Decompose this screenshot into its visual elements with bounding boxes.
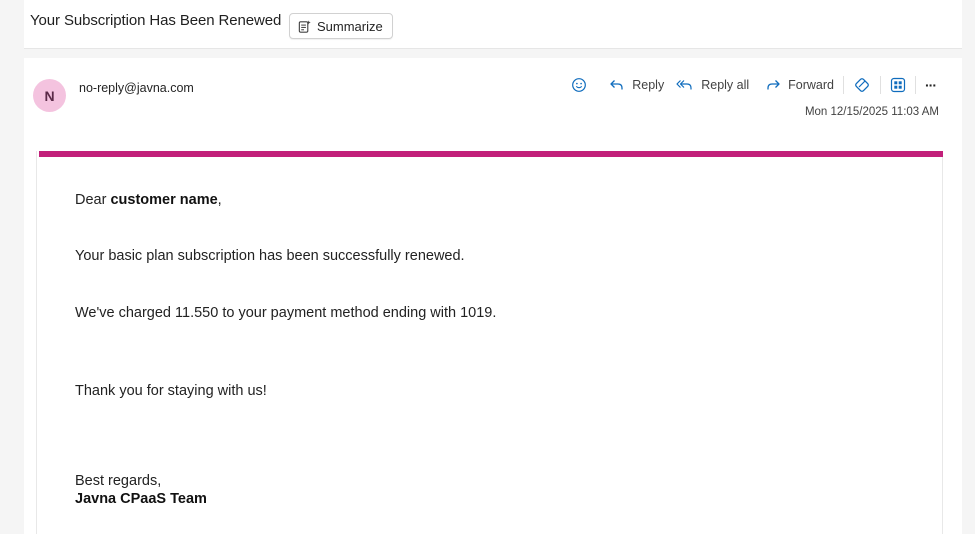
customer-name: customer name [110, 192, 218, 208]
greeting-prefix: Dear [75, 192, 111, 208]
reply-all-label: Reply all [701, 78, 750, 92]
message-actions-toolbar: Reply Reply all Forward ··· [565, 74, 942, 96]
charge-message: We've charged 11.550 to your payment met… [75, 305, 497, 321]
forward-label: Forward [788, 78, 834, 92]
loop-icon [853, 76, 871, 94]
renewal-message: Your basic plan subscription has been su… [75, 248, 465, 264]
email-subject: Your Subscription Has Been Renewed [30, 12, 282, 29]
forward-button[interactable]: Forward [759, 74, 840, 96]
sender-email[interactable]: no-reply@javna.com [79, 81, 194, 95]
email-body: Dear customer name, Your basic plan subs… [36, 151, 943, 534]
avatar[interactable]: N [33, 79, 66, 112]
closing: Best regards, [75, 473, 162, 489]
forward-icon [765, 78, 781, 92]
react-button[interactable] [565, 74, 593, 96]
more-icon: ··· [925, 77, 937, 93]
reply-icon [609, 78, 625, 92]
toolbar-divider [880, 76, 881, 94]
reply-all-icon [676, 78, 694, 92]
greeting: Dear customer name, [75, 192, 222, 208]
summarize-label: Summarize [317, 18, 383, 34]
apps-button[interactable] [884, 74, 912, 96]
reply-label: Reply [632, 78, 665, 92]
loop-button[interactable] [847, 74, 877, 96]
more-actions-button[interactable]: ··· [919, 74, 942, 96]
subject-bar: Your Subscription Has Been Renewed Summa… [24, 0, 962, 49]
thank-you-message: Thank you for staying with us! [75, 383, 267, 399]
greeting-suffix: , [217, 192, 222, 208]
summarize-icon [297, 19, 312, 34]
toolbar-divider [915, 76, 916, 94]
email-reading-view: Your Subscription Has Been Renewed Summa… [0, 0, 975, 534]
reply-all-button[interactable]: Reply all [670, 74, 755, 96]
summarize-button[interactable]: Summarize [289, 13, 393, 39]
apps-grid-icon [890, 77, 906, 93]
toolbar-divider [843, 76, 844, 94]
received-date: Mon 12/15/2025 11:03 AM [804, 106, 939, 118]
smiley-icon [571, 77, 587, 93]
brand-accent-bar [39, 151, 943, 157]
reply-button[interactable]: Reply [603, 74, 670, 96]
message-pane: N no-reply@javna.com Reply Reply all For… [24, 58, 962, 534]
signature: Javna CPaaS Team [75, 491, 207, 507]
